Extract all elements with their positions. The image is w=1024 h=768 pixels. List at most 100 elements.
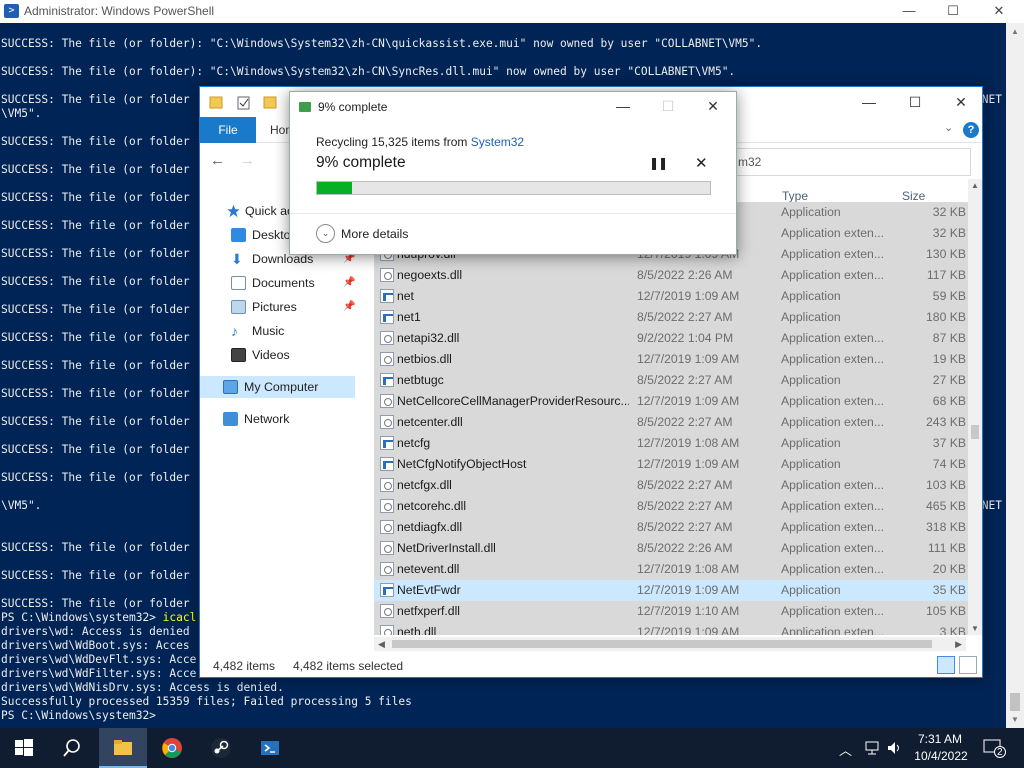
file-size: 68 KB (932, 394, 966, 408)
powershell-scrollbar[interactable]: ▲ ▼ (1006, 23, 1024, 728)
forward-arrow-icon[interactable]: → (240, 152, 255, 169)
table-row[interactable]: NetEvtFwdr 12/7/2019 1:09 AM Application 35… (374, 580, 969, 601)
console-line: Successfully processed 15359 files; Fail… (1, 695, 412, 708)
taskbar-powershell[interactable] (246, 728, 294, 768)
table-row[interactable]: netevent.dll 12/7/2019 1:08 AM Application… (374, 559, 969, 580)
document-icon (231, 276, 246, 290)
sidebar-item-pictures[interactable]: Pictures 📌 (200, 296, 360, 318)
scroll-up-icon[interactable]: ▲ (1006, 23, 1024, 40)
scroll-thumb[interactable] (1010, 693, 1020, 711)
powershell-titlebar[interactable]: > Administrator: Windows PowerShell — ☐ … (0, 0, 1024, 23)
table-row[interactable]: negoexts.dll 8/5/2022 2:26 AM Application … (374, 265, 969, 286)
table-row[interactable]: net 12/7/2019 1:09 AM Application 59 KB (374, 286, 969, 307)
cancel-button[interactable]: ✕ (695, 154, 708, 172)
taskbar-chrome[interactable] (148, 728, 196, 768)
sidebar-item-videos[interactable]: Videos (200, 344, 360, 366)
application-icon (380, 457, 394, 471)
scroll-right-icon[interactable]: ▶ (955, 637, 962, 651)
help-button[interactable]: ? (963, 122, 979, 138)
large-icons-view-icon[interactable] (959, 656, 977, 674)
show-hidden-icons-icon[interactable]: ︿ (839, 740, 852, 759)
scroll-left-icon[interactable]: ◀ (378, 637, 385, 651)
pin-icon[interactable]: 📌 (343, 272, 355, 294)
file-type: Application (781, 310, 841, 324)
star-icon (227, 204, 240, 218)
powershell-maximize-button[interactable]: ☐ (930, 0, 976, 23)
powershell-close-button[interactable]: ✕ (976, 0, 1022, 23)
file-name: netfxperf.dll (397, 604, 461, 618)
sidebar-item-music[interactable]: ♪ Music (200, 320, 360, 342)
explorer-maximize-button[interactable]: ☐ (892, 91, 938, 113)
horizontal-scrollbar[interactable]: ◀ ▶ (374, 637, 966, 651)
dialog-titlebar[interactable]: 9% complete — ☐ ✕ (290, 92, 736, 120)
console-line: SUCCESS: The file (or folder (1, 135, 190, 148)
table-row[interactable]: netcfg 12/7/2019 1:08 AM Application 37 KB (374, 433, 969, 454)
console-line: SUCCESS: The file (or folder (1, 247, 190, 260)
table-row[interactable]: net1 8/5/2022 2:27 AM Application 180 KB (374, 307, 969, 328)
taskbar-file-explorer[interactable] (99, 728, 147, 768)
table-row[interactable]: NetCfgNotifyObjectHost 12/7/2019 1:09 AM A… (374, 454, 969, 475)
clock-time[interactable]: 7:31 AM (915, 732, 965, 746)
scroll-down-icon[interactable]: ▼ (1006, 711, 1024, 728)
recycle-progress-dialog[interactable]: 9% complete — ☐ ✕ Recycling 15,325 items… (289, 91, 737, 255)
notification-icon[interactable] (983, 738, 1007, 758)
pause-button[interactable]: ❚❚ (649, 156, 668, 170)
search-button[interactable] (48, 728, 96, 768)
sidebar-item-documents[interactable]: Documents 📌 (200, 272, 360, 294)
table-row[interactable]: neth.dll 12/7/2019 1:09 AM Application ext… (374, 622, 969, 635)
console-line: drivers\wd\WdBoot.sys: Acces (1, 639, 190, 652)
scroll-thumb[interactable] (392, 640, 932, 648)
file-name: negoexts.dll (397, 268, 463, 282)
explorer-close-button[interactable]: ✕ (938, 91, 982, 113)
pin-icon[interactable]: 📌 (343, 296, 355, 318)
dialog-minimize-button[interactable]: — (608, 96, 638, 116)
file-type: Application exten... (781, 604, 884, 618)
table-row[interactable]: netapi32.dll 9/2/2022 1:04 PM Application … (374, 328, 969, 349)
video-icon (231, 348, 246, 362)
table-row[interactable]: NetCellcoreCellManagerProviderResourc...… (374, 391, 969, 412)
file-name: netdiagfx.dll (397, 520, 463, 534)
console-line: drivers\wd\WdNisDrv.sys: Access is denie… (1, 681, 284, 694)
sidebar-item-network[interactable]: Network (200, 408, 360, 430)
source-folder-link[interactable]: System32 (471, 135, 524, 149)
ribbon-expand-icon[interactable]: ⌄ (944, 121, 953, 134)
back-arrow-icon[interactable]: ← (210, 152, 225, 169)
scroll-thumb[interactable] (971, 425, 979, 439)
table-row[interactable]: netcfgx.dll 8/5/2022 2:27 AM Application e… (374, 475, 969, 496)
start-button[interactable] (0, 728, 48, 768)
explorer-minimize-button[interactable]: — (846, 91, 892, 113)
powershell-minimize-button[interactable]: — (886, 0, 932, 23)
file-size: 117 KB (926, 268, 966, 282)
powershell-title: Administrator: Windows PowerShell (24, 4, 215, 18)
console-line: SUCCESS: The file (or folder (1, 443, 190, 456)
file-size: 20 KB (932, 562, 966, 576)
sidebar-item-my-computer[interactable]: My Computer (200, 376, 355, 398)
scroll-up-icon[interactable]: ▲ (968, 181, 982, 190)
table-row[interactable]: netbtugc 8/5/2022 2:27 AM Application 27 KB (374, 370, 969, 391)
table-row[interactable]: netdiagfx.dll 8/5/2022 2:27 AM Application… (374, 517, 969, 538)
column-header-size[interactable]: Size (902, 189, 925, 203)
column-header-type[interactable]: Type (782, 189, 808, 203)
table-row[interactable]: netfxperf.dll 12/7/2019 1:10 AM Applicatio… (374, 601, 969, 622)
table-row[interactable]: netcorehc.dll 8/5/2022 2:27 AM Application… (374, 496, 969, 517)
clock-date[interactable]: 10/4/2022 (911, 749, 971, 763)
sidebar-item-label: Music (252, 324, 285, 338)
file-date: 12/7/2019 1:09 AM (637, 625, 740, 635)
quick-access-toolbar[interactable] (208, 95, 288, 111)
chrome-icon (162, 738, 182, 758)
table-row[interactable]: NetDriverInstall.dll 8/5/2022 2:26 AM Appl… (374, 538, 969, 559)
volume-icon[interactable] (886, 740, 904, 756)
search-input[interactable]: m32 (731, 148, 971, 176)
network-icon[interactable] (863, 740, 881, 756)
sidebar-item-label: Network (244, 412, 290, 426)
table-row[interactable]: netcenter.dll 8/5/2022 2:27 AM Application… (374, 412, 969, 433)
file-list-scrollbar[interactable]: ▲ ▼ (968, 179, 982, 635)
taskbar-steam[interactable] (197, 728, 245, 768)
file-date: 8/5/2022 2:27 AM (637, 478, 733, 492)
dialog-close-button[interactable]: ✕ (698, 96, 728, 116)
file-size: 105 KB (926, 604, 966, 618)
scroll-down-icon[interactable]: ▼ (968, 624, 982, 633)
tab-file[interactable]: File (200, 117, 256, 143)
table-row[interactable]: netbios.dll 12/7/2019 1:09 AM Application … (374, 349, 969, 370)
details-view-icon[interactable] (937, 656, 955, 674)
